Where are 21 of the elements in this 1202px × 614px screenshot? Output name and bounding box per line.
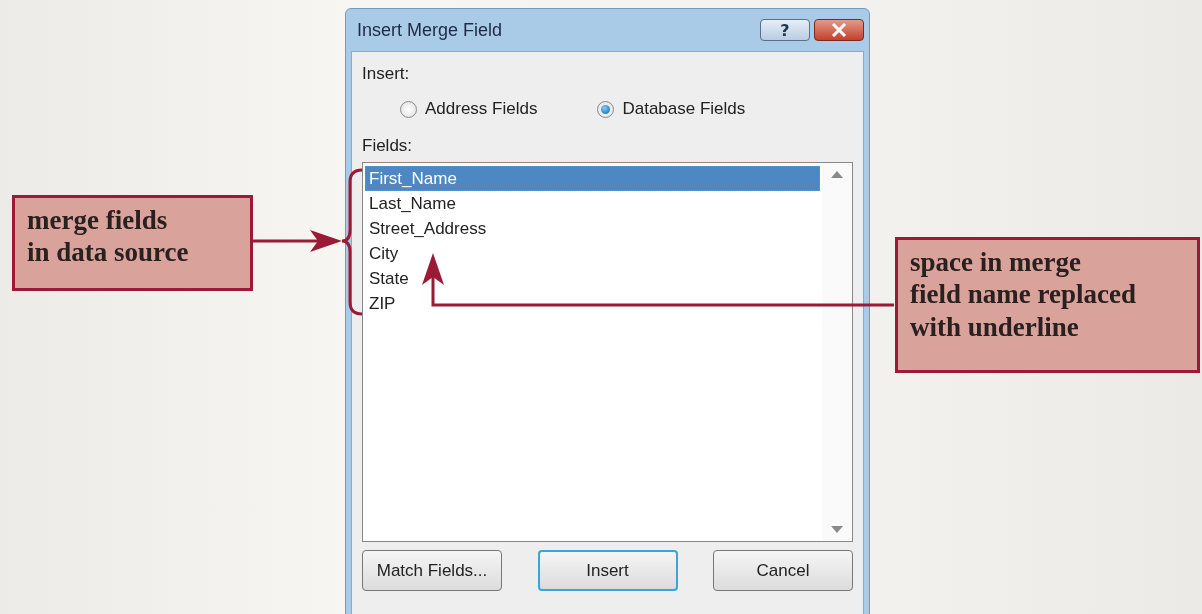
radio-option[interactable]: Address Fields [400,92,538,126]
dialog-button[interactable]: Cancel [713,550,853,591]
dialog-button[interactable]: Match Fields... [362,550,502,591]
callout-text: merge fields in data source [12,195,253,291]
insert-label: Insert: [362,64,411,84]
list-item[interactable]: City [365,241,820,266]
list-item[interactable]: First_Name [365,166,820,191]
callout-text: space in merge field name replaced with underline [895,237,1200,373]
scroll-up-icon[interactable] [831,171,843,178]
close-icon [831,23,847,37]
list-item[interactable]: Street_Address [365,216,820,241]
scroll-down-icon[interactable] [831,526,843,533]
list-item[interactable]: Last_Name [365,191,820,216]
radio-option[interactable]: Database Fields [597,92,746,126]
window-title: Insert Merge Field [357,19,504,41]
list-item[interactable]: State [365,266,820,291]
close-button[interactable] [814,19,864,41]
dialog-button[interactable]: Insert [537,550,678,591]
fields-label: Fields: [362,136,414,156]
help-button[interactable]: ? [760,19,810,41]
list-item[interactable]: ZIP [365,291,820,316]
